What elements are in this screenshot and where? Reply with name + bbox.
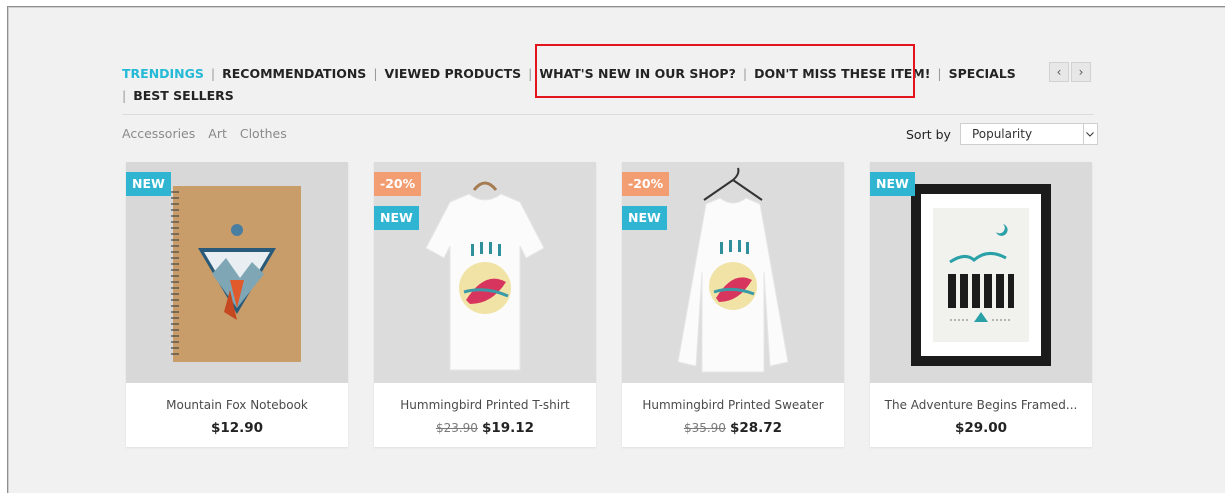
tab-nav-arrows: ‹ ›: [1049, 62, 1091, 82]
sort-select-value: Popularity: [971, 127, 1033, 141]
tab-separator: |: [528, 66, 533, 81]
new-badge: NEW: [126, 172, 171, 196]
product-price-block: $35.90 $28.72: [622, 420, 844, 436]
chevron-right-icon[interactable]: ›: [1071, 62, 1091, 82]
highlight-annotation: [535, 44, 915, 98]
tab-recommendations[interactable]: RECOMMENDATIONS: [222, 66, 366, 81]
product-name[interactable]: The Adventure Begins Framed...: [870, 398, 1092, 412]
new-badge: NEW: [622, 206, 667, 230]
product-card[interactable]: -20% NEW Hummingbird Printed Sweater $35…: [622, 162, 844, 447]
divider: [122, 114, 1094, 115]
product-price: $29.00: [954, 420, 1008, 436]
tab-separator: |: [122, 88, 127, 103]
sort-select[interactable]: Popularity: [959, 123, 1098, 145]
product-card[interactable]: NEW Mountain Fox Notebook $12.90: [126, 162, 348, 447]
product-card[interactable]: -20% NEW Hummingbird Printed T-shirt $23…: [374, 162, 596, 447]
tab-viewed-products[interactable]: VIEWED PRODUCTS: [385, 66, 522, 81]
discount-badge: -20%: [374, 172, 422, 196]
product-price-block: $23.90 $19.12: [374, 420, 596, 436]
sort-label: Sort by: [906, 126, 951, 142]
tab-specials[interactable]: SPECIALS: [949, 66, 1016, 81]
category-filter: Accessories Art Clothes: [122, 126, 287, 141]
sort-control: Sort by Popularity: [906, 123, 1098, 145]
product-price-block: $12.90: [126, 420, 348, 436]
product-price: $28.72: [729, 420, 783, 436]
tab-best-sellers[interactable]: BEST SELLERS: [133, 88, 234, 103]
category-accessories[interactable]: Accessories: [122, 126, 195, 141]
chevron-down-icon[interactable]: [1082, 124, 1097, 144]
product-name[interactable]: Mountain Fox Notebook: [126, 398, 348, 412]
product-name[interactable]: Hummingbird Printed T-shirt: [374, 398, 596, 412]
category-clothes[interactable]: Clothes: [240, 126, 287, 141]
tab-separator: |: [373, 66, 378, 81]
product-price: $12.90: [210, 420, 264, 436]
tab-separator: |: [210, 66, 216, 81]
category-art[interactable]: Art: [208, 126, 227, 141]
product-price-block: $29.00: [870, 420, 1092, 436]
product-name[interactable]: Hummingbird Printed Sweater: [622, 398, 844, 412]
discount-badge: -20%: [622, 172, 670, 196]
old-price: $23.90: [435, 421, 478, 435]
old-price: $35.90: [683, 421, 726, 435]
tab-separator: |: [937, 66, 942, 81]
new-badge: NEW: [870, 172, 915, 196]
product-card[interactable]: NEW The Adventure Begins Framed... $29.0…: [870, 162, 1092, 447]
new-badge: NEW: [374, 206, 419, 230]
tab-trendings[interactable]: TRENDINGS: [122, 66, 204, 81]
chevron-left-icon[interactable]: ‹: [1049, 62, 1069, 82]
product-price: $19.12: [481, 420, 535, 436]
